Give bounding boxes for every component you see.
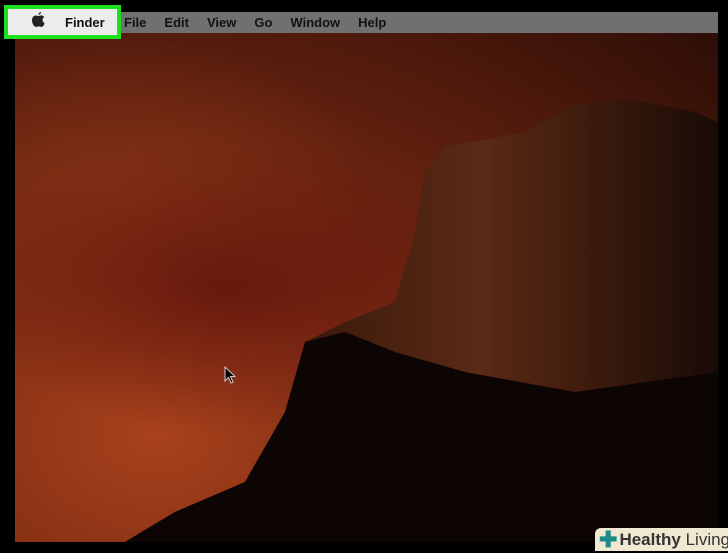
wallpaper-cliff xyxy=(125,100,718,542)
healthy-living-watermark: ✚ Healthy Living xyxy=(595,526,728,552)
menu-window[interactable]: Window xyxy=(290,15,340,30)
plus-logo-icon: ✚ xyxy=(599,526,618,552)
mouse-pointer-icon xyxy=(224,366,236,384)
menu-help[interactable]: Help xyxy=(358,15,386,30)
menu-edit[interactable]: Edit xyxy=(164,15,189,30)
menu-file[interactable]: File xyxy=(124,15,146,30)
watermark-rest: Living xyxy=(680,529,728,549)
highlight-box xyxy=(4,5,121,39)
desktop-wallpaper xyxy=(15,12,718,542)
watermark-bold: Healthy xyxy=(619,529,681,549)
menu-view[interactable]: View xyxy=(207,15,236,30)
menu-go[interactable]: Go xyxy=(254,15,272,30)
